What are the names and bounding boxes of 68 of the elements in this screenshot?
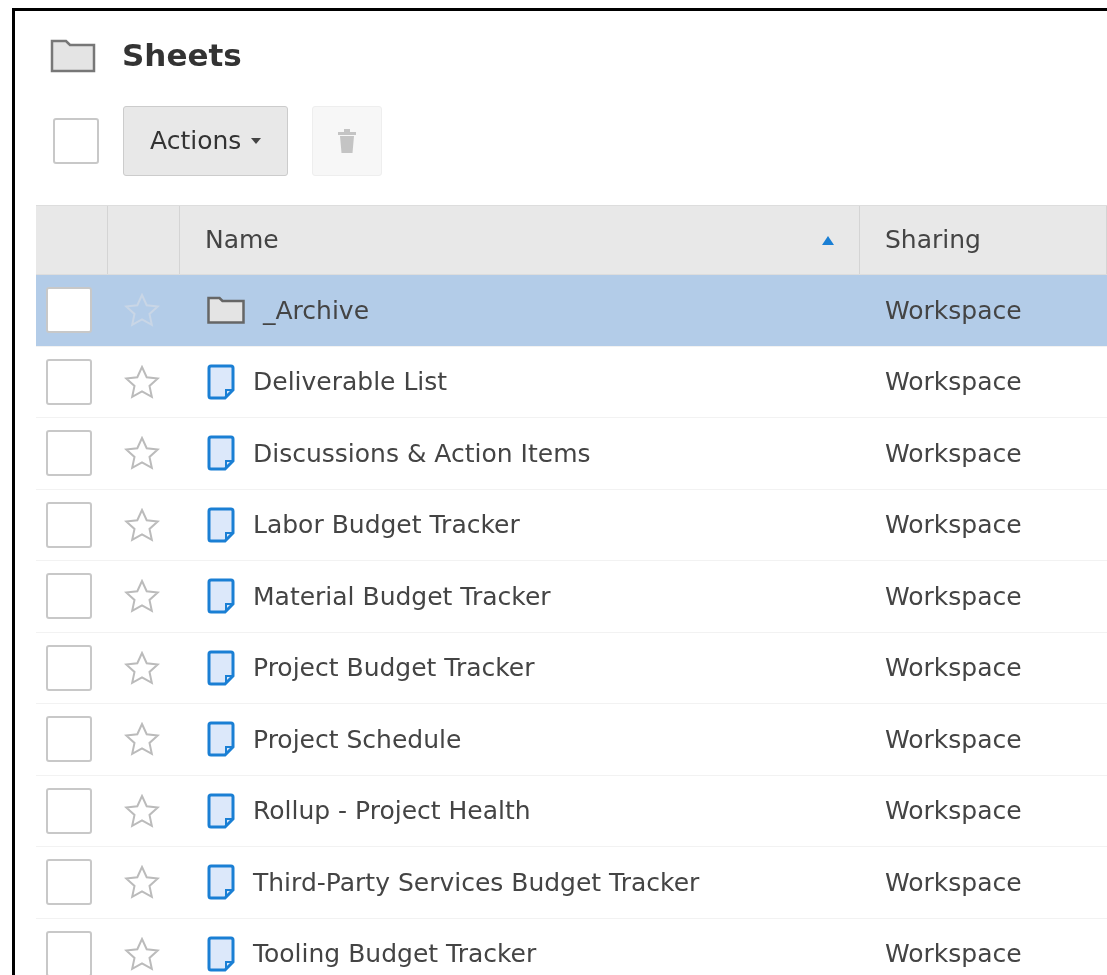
table-row[interactable]: Rollup - Project Health Workspace <box>36 775 1107 847</box>
sheet-icon <box>207 721 235 758</box>
actions-button[interactable]: Actions <box>123 106 289 176</box>
select-all-checkbox[interactable] <box>53 118 99 164</box>
page-title: Sheets <box>122 35 242 75</box>
sharing-text: Workspace <box>884 366 1022 398</box>
row-checkbox[interactable] <box>46 358 92 405</box>
item-name[interactable]: Material Budget Tracker <box>253 577 551 615</box>
star-icon[interactable] <box>124 936 160 971</box>
table-row[interactable]: _Archive Workspace <box>36 275 1107 347</box>
star-icon[interactable] <box>124 507 160 542</box>
item-name[interactable]: Third-Party Services Budget Tracker <box>253 863 700 901</box>
table-row[interactable]: Tooling Budget Tracker Workspace <box>36 918 1107 975</box>
row-checkbox[interactable] <box>46 787 92 834</box>
sort-icon[interactable] <box>822 235 834 245</box>
table-row[interactable]: Labor Budget Tracker Workspace <box>36 489 1107 561</box>
sheet-icon <box>207 435 235 472</box>
sheet-icon <box>207 792 235 829</box>
sharing-text: Workspace <box>884 938 1022 970</box>
sharing-text: Workspace <box>884 580 1022 613</box>
star-icon[interactable] <box>124 364 160 399</box>
sheet-icon <box>207 864 235 901</box>
row-checkbox[interactable] <box>46 287 92 334</box>
table-row[interactable]: Project Budget Tracker Workspace <box>36 632 1107 704</box>
sheet-icon <box>207 506 235 543</box>
star-icon[interactable] <box>124 579 160 614</box>
sharing-text: Workspace <box>884 652 1022 684</box>
row-checkbox[interactable] <box>46 644 92 691</box>
sharing-text: Workspace <box>884 509 1022 541</box>
item-name[interactable]: Project Schedule <box>253 720 462 758</box>
star-icon[interactable] <box>124 865 160 900</box>
table-row[interactable]: Material Budget Tracker Workspace <box>36 561 1107 633</box>
row-checkbox[interactable] <box>46 430 92 477</box>
star-icon[interactable] <box>124 436 160 471</box>
sheet-icon <box>207 578 235 615</box>
item-name[interactable]: Discussions & Action Items <box>253 434 591 472</box>
star-icon[interactable] <box>124 793 160 828</box>
row-checkbox[interactable] <box>46 930 92 975</box>
table-row[interactable]: Discussions & Action Items Workspace <box>36 418 1107 490</box>
sharing-text: Workspace <box>884 866 1022 899</box>
folder-icon <box>50 37 96 73</box>
sharing-text: Workspace <box>884 437 1022 470</box>
item-name[interactable]: Tooling Budget Tracker <box>253 935 537 973</box>
column-header[interactable]: Name <box>205 221 279 259</box>
table-row[interactable]: Deliverable List Workspace <box>36 346 1107 418</box>
sharing-text: Workspace <box>884 795 1022 827</box>
sharing-text: Workspace <box>884 723 1022 756</box>
table-row[interactable]: Project Schedule Workspace <box>36 704 1107 776</box>
caret-icon <box>251 138 262 144</box>
table-row[interactable]: Third-Party Services Budget Tracker Workspace <box>36 847 1107 919</box>
star-icon[interactable] <box>124 722 160 757</box>
item-name[interactable]: Rollup - Project Health <box>253 792 531 830</box>
column-header[interactable]: Sharing <box>885 221 981 259</box>
sheet-icon <box>207 649 235 686</box>
folder-icon <box>207 296 245 325</box>
item-name[interactable]: _Archive <box>263 291 370 329</box>
row-checkbox[interactable] <box>46 859 92 906</box>
item-name[interactable]: Labor Budget Tracker <box>253 506 520 544</box>
star-icon[interactable] <box>124 650 160 685</box>
sheet-icon <box>207 363 235 400</box>
item-name[interactable]: Deliverable List <box>253 363 448 401</box>
row-checkbox[interactable] <box>46 501 92 548</box>
row-checkbox[interactable] <box>46 573 92 620</box>
row-checkbox[interactable] <box>46 716 92 763</box>
trash-icon <box>338 129 357 153</box>
item-name[interactable]: Project Budget Tracker <box>253 649 535 687</box>
sharing-text: Workspace <box>884 294 1022 327</box>
sheet-icon <box>207 935 235 972</box>
